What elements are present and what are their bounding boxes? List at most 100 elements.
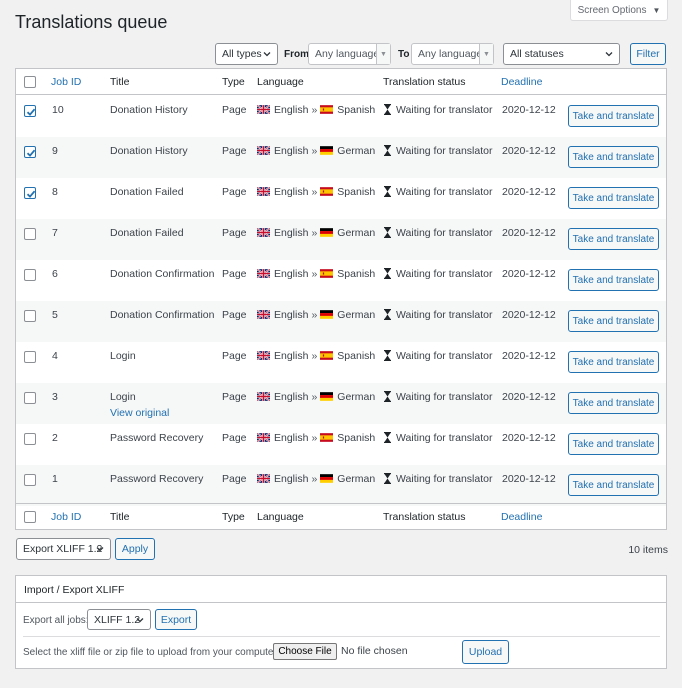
row-checkbox[interactable]	[24, 269, 36, 281]
deadline: 2020-12-12	[502, 432, 556, 444]
take-and-translate-button[interactable]: Take and translate	[568, 146, 659, 168]
translation-status: Waiting for translator	[383, 473, 492, 485]
apply-button[interactable]: Apply	[115, 538, 155, 560]
row-checkbox[interactable]	[24, 105, 36, 117]
target-language: German	[337, 473, 376, 485]
chevron-down-icon	[605, 52, 613, 57]
language-pair: English» Spanish	[257, 432, 375, 444]
table-row: 9 Donation History Page English» German Waiti…	[16, 137, 666, 178]
choose-file-button[interactable]: Choose File	[273, 643, 337, 660]
job-type: Page	[222, 309, 247, 321]
translation-status: Waiting for translator	[383, 432, 492, 444]
target-language: Spanish	[337, 432, 376, 444]
table-row: 2 Password Recovery Page English» Spanish Wai…	[16, 424, 666, 465]
row-checkbox[interactable]	[24, 474, 36, 486]
status-filter-select[interactable]: All statuses	[503, 43, 620, 65]
filter-button[interactable]: Filter	[630, 43, 666, 65]
deadline: 2020-12-12	[502, 104, 556, 116]
row-checkbox[interactable]	[24, 433, 36, 445]
take-and-translate-button[interactable]: Take and translate	[568, 228, 659, 250]
language-pair: English» German	[257, 227, 375, 239]
uk-flag-icon	[257, 228, 270, 237]
to-language-select[interactable]: Any language ▼	[411, 43, 494, 65]
take-and-translate-button[interactable]: Take and translate	[568, 187, 659, 209]
table-row: 5 Donation Confirmation Page English» German…	[16, 301, 666, 342]
take-and-translate-button[interactable]: Take and translate	[568, 105, 659, 127]
job-id: 9	[52, 145, 58, 157]
col-translation-status: Translation status	[383, 511, 466, 523]
col-job-id[interactable]: Job ID	[51, 511, 81, 523]
export-button[interactable]: Export	[155, 609, 197, 630]
source-language: English	[274, 309, 309, 321]
job-id: 5	[52, 309, 58, 321]
upload-button[interactable]: Upload	[462, 640, 509, 664]
arrow-icon: »	[311, 268, 318, 280]
take-and-translate-button[interactable]: Take and translate	[568, 269, 659, 291]
caret-down-icon: ▼	[652, 5, 661, 15]
checkmark-icon	[26, 108, 36, 116]
col-type: Type	[222, 76, 245, 88]
deadline: 2020-12-12	[502, 309, 556, 321]
row-checkbox[interactable]	[24, 351, 36, 363]
translation-status: Waiting for translator	[383, 309, 492, 321]
bulk-action-value: Export XLIFF 1.2	[23, 543, 103, 555]
triangle-down-icon: ▼	[376, 44, 390, 64]
from-language-value: Any language	[315, 48, 380, 60]
row-checkbox[interactable]	[24, 146, 36, 158]
take-and-translate-button[interactable]: Take and translate	[568, 310, 659, 332]
col-deadline[interactable]: Deadline	[501, 511, 542, 523]
take-and-translate-button[interactable]: Take and translate	[568, 433, 659, 455]
take-and-translate-button[interactable]: Take and translate	[568, 474, 659, 496]
hourglass-icon	[384, 104, 391, 115]
col-job-id[interactable]: Job ID	[51, 76, 81, 88]
take-and-translate-button[interactable]: Take and translate	[568, 351, 659, 373]
deadline: 2020-12-12	[502, 350, 556, 362]
checkmark-icon	[26, 190, 36, 198]
status-text: Waiting for translator	[396, 473, 493, 485]
language-pair: English» Spanish	[257, 350, 375, 362]
row-checkbox[interactable]	[24, 392, 36, 404]
select-all-checkbox[interactable]	[24, 76, 36, 88]
row-checkbox[interactable]	[24, 187, 36, 199]
job-type: Page	[222, 104, 247, 116]
import-export-title: Import / Export XLIFF	[16, 576, 666, 603]
uk-flag-icon	[257, 187, 270, 196]
translation-status: Waiting for translator	[383, 104, 492, 116]
page-title: Translations queue	[15, 12, 168, 32]
job-id: 2	[52, 432, 58, 444]
job-type: Page	[222, 432, 247, 444]
items-count: 10 items	[628, 544, 668, 556]
arrow-icon: »	[311, 104, 318, 116]
table-row: 4 Login Page English» Spanish Waiting for tra…	[16, 342, 666, 383]
select-all-checkbox[interactable]	[24, 511, 36, 523]
row-checkbox[interactable]	[24, 228, 36, 240]
translation-status: Waiting for translator	[383, 227, 492, 239]
job-title: Donation History	[110, 145, 188, 157]
language-pair: English» German	[257, 473, 375, 485]
status-text: Waiting for translator	[396, 391, 493, 403]
view-original-link[interactable]: View original	[110, 407, 169, 419]
uk-flag-icon	[257, 474, 270, 483]
job-title: Donation Confirmation	[110, 268, 215, 280]
germany-flag-icon	[320, 474, 334, 483]
job-id: 8	[52, 186, 58, 198]
hourglass-icon	[384, 227, 391, 238]
status-text: Waiting for translator	[396, 268, 493, 280]
language-pair: English» Spanish	[257, 268, 375, 280]
job-title: Login	[110, 350, 136, 362]
status-filter-value: All statuses	[510, 48, 564, 60]
xliff-version-select[interactable]: XLIFF 1.2	[87, 609, 151, 630]
type-filter-select[interactable]: All types	[215, 43, 278, 65]
row-checkbox[interactable]	[24, 310, 36, 322]
take-and-translate-button[interactable]: Take and translate	[568, 392, 659, 414]
job-id: 10	[52, 104, 64, 116]
target-language: Spanish	[337, 268, 376, 280]
spain-flag-icon	[320, 351, 334, 360]
screen-options-button[interactable]: Screen Options ▼	[570, 0, 668, 21]
from-language-select[interactable]: Any language ▼	[308, 43, 391, 65]
bulk-action-select[interactable]: Export XLIFF 1.2	[16, 538, 111, 560]
chevron-down-icon	[263, 52, 271, 57]
col-deadline[interactable]: Deadline	[501, 76, 542, 88]
germany-flag-icon	[320, 310, 334, 319]
language-pair: English» Spanish	[257, 104, 375, 116]
